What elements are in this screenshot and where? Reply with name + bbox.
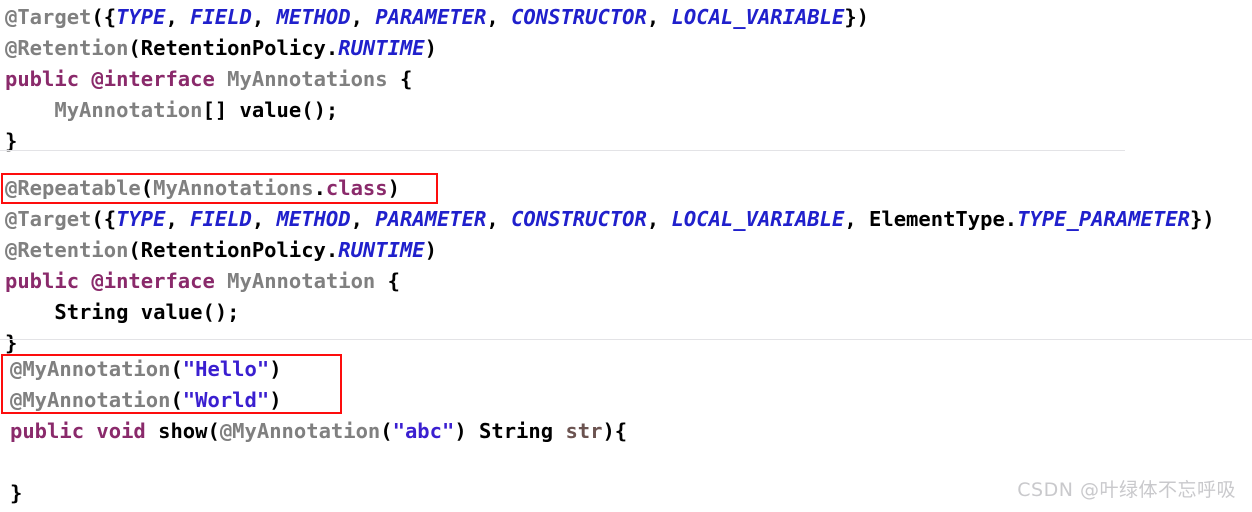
token-punct: ( [128,36,141,60]
token-member-signature: String value(); [5,300,240,324]
token-punct: . [325,36,339,60]
token-enum-type: TYPE [116,207,166,231]
token-punct: { [387,67,413,91]
code-line-target-annotation[interactable]: @Target({TYPE, FIELD, METHOD, PARAMETER,… [0,2,1252,33]
token-keyword: public void [10,419,146,443]
token-param-name: str [565,419,603,443]
code-block-my-annotations-container: @Target({TYPE, FIELD, METHOD, PARAMETER,… [0,2,1252,157]
code-line-repeatable-annotation[interactable]: @Repeatable(MyAnnotations.class) [0,173,1252,204]
token-annotation-name: @MyAnnotation [10,388,171,412]
token-enum-constructor: CONSTRUCTOR [511,5,647,29]
token-punct: } [5,331,18,355]
token-punct: ) [424,36,437,60]
token-keyword: public @interface [5,269,215,293]
token-punct: . [1004,207,1018,231]
token-punct: ({ [91,207,117,231]
token-annotation-name: @MyAnnotation [219,419,381,443]
token-keyword-class: class [325,176,388,200]
token-enum-field: FIELD [190,207,252,231]
code-line-value-member[interactable]: MyAnnotation[] value(); [0,95,1252,126]
token-punct: , [486,207,512,231]
code-line-empty-body[interactable] [0,447,1252,478]
token-enum-type: TYPE [116,5,166,29]
token-keyword: public @interface [5,67,215,91]
token-punct: , [350,207,376,231]
token-punct: , [646,207,672,231]
token-method-name: show( [145,419,220,443]
code-line-method-signature[interactable]: public void show(@MyAnnotation("abc") St… [0,416,1252,447]
token-param-type: ) String [454,419,566,443]
code-line-retention-annotation[interactable]: @Retention(RetentionPolicy.RUNTIME) [0,33,1252,64]
token-punct: , [165,207,191,231]
token-punct: }) [844,5,870,29]
token-punct: { [375,269,400,293]
code-line-interface-declaration[interactable]: public @interface MyAnnotation { [0,266,1252,297]
token-class-name: ElementType [869,207,1005,231]
code-line-interface-declaration[interactable]: public @interface MyAnnotations { [0,64,1252,95]
token-punct: , [350,5,376,29]
token-punct: ({ [91,5,117,29]
token-member-signature: [] value(); [202,98,339,122]
code-line-value-member[interactable]: String value(); [0,297,1252,328]
token-punct: , [844,207,870,231]
token-annotation-name: @Retention [5,36,129,60]
token-enum-runtime: RUNTIME [338,238,425,262]
token-string-world: "World" [182,388,270,412]
token-punct: ( [170,357,183,381]
token-punct: , [165,5,191,29]
token-punct: ( [170,388,183,412]
token-type-name: MyAnnotation [227,269,376,293]
token-string-abc: "abc" [392,419,455,443]
token-annotation-name: @Retention [5,238,129,262]
token-annotation-name: @Target [5,207,92,231]
token-annotation-name: @Target [5,5,92,29]
token-enum-runtime: RUNTIME [338,36,425,60]
code-line-usage-world[interactable]: @MyAnnotation("World") [0,385,1252,416]
token-punct: } [10,481,23,505]
token-type-name: MyAnnotations [227,67,388,91]
token-annotation-name: @MyAnnotation [10,357,171,381]
token-punct: ) [269,357,282,381]
token-enum-type-parameter: TYPE_PARAMETER [1017,207,1190,231]
token-string-hello: "Hello" [182,357,270,381]
code-line-closing-brace[interactable]: } [0,126,1252,157]
block-separator-1 [0,150,1125,151]
token-punct: ){ [602,419,628,443]
token-punct: ( [140,176,154,200]
token-punct: . [313,176,326,200]
token-annotation-name: @Repeatable [5,176,141,200]
token-type-name: MyAnnotations [153,176,314,200]
code-line-usage-hello[interactable]: @MyAnnotation("Hello") [0,354,1252,385]
token-enum-field: FIELD [190,5,252,29]
token-punct: ) [424,238,437,262]
token-punct: , [251,207,277,231]
token-class-name: RetentionPolicy [140,238,326,262]
token-punct: }) [1189,207,1215,231]
token-enum-local-variable: LOCAL_VARIABLE [671,207,845,231]
code-block-my-annotation-declaration: @Repeatable(MyAnnotations.class) @Target… [0,173,1252,359]
token-punct: , [646,5,672,29]
watermark-text: CSDN @叶绿体不忘呼吸 [1017,479,1236,501]
token-punct: ) [269,388,282,412]
token-punct: . [325,238,339,262]
token-punct: , [251,5,277,29]
token-enum-parameter: PARAMETER [375,207,487,231]
token-type-name: MyAnnotation [5,98,203,122]
token-enum-constructor: CONSTRUCTOR [511,207,647,231]
code-line-retention-annotation[interactable]: @Retention(RetentionPolicy.RUNTIME) [0,235,1252,266]
code-line-target-annotation[interactable]: @Target({TYPE, FIELD, METHOD, PARAMETER,… [0,204,1252,235]
token-enum-parameter: PARAMETER [375,5,487,29]
token-punct: ( [380,419,393,443]
token-enum-local-variable: LOCAL_VARIABLE [671,5,845,29]
code-editor-surface[interactable]: @Target({TYPE, FIELD, METHOD, PARAMETER,… [0,0,1252,512]
token-enum-method: METHOD [276,207,351,231]
token-enum-method: METHOD [276,5,351,29]
token-punct: ( [128,238,141,262]
block-separator-2 [0,339,1252,340]
token-punct: ) [387,176,400,200]
token-class-name: RetentionPolicy [140,36,326,60]
token-punct: , [486,5,512,29]
